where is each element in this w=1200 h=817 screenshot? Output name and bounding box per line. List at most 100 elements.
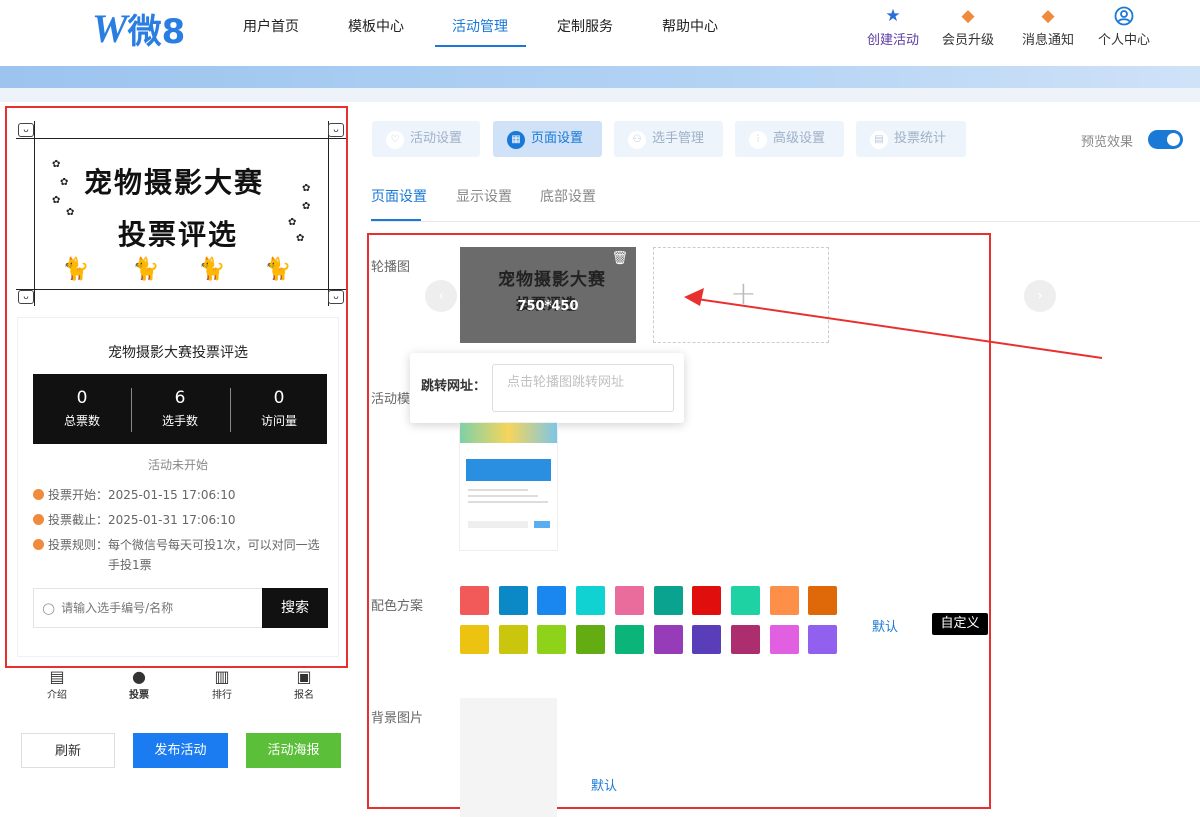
color-swatch[interactable] [576, 625, 606, 654]
color-swatch[interactable] [730, 586, 760, 615]
stat-value: 0 [76, 388, 88, 408]
poster-border-top [16, 138, 346, 139]
tab-page-settings[interactable]: ▦ 页面设置 [493, 121, 602, 157]
logo-mark: W [92, 5, 128, 51]
background-default-button[interactable]: 默认 [591, 775, 617, 794]
heart-icon: ♡ [386, 131, 404, 149]
tab-label: 投票统计 [894, 131, 947, 146]
color-swatch[interactable] [808, 586, 838, 615]
clock-icon [33, 514, 44, 525]
paw-icon: ✿ [60, 177, 69, 188]
annotation-arrow [684, 288, 1103, 359]
logo-text: 微8 [127, 11, 186, 52]
color-swatch[interactable] [614, 586, 644, 615]
refresh-button[interactable]: 刷新 [21, 733, 115, 768]
jump-url-input[interactable] [492, 364, 674, 412]
banner-fade [0, 88, 1200, 102]
meta-value: 每个微信号每天可投1次，可以对同一选手投1票 [108, 538, 320, 572]
template-line [468, 495, 538, 497]
tab-label: 活动设置 [410, 131, 463, 146]
color-swatch[interactable] [769, 586, 799, 615]
template-stats-bar [466, 459, 551, 481]
message-notification-button[interactable]: ◆ 消息通知 [1013, 6, 1083, 48]
preview-effect-toggle[interactable] [1148, 130, 1183, 149]
jump-url-popover: 跳转网址： [410, 353, 684, 423]
tab-contestant-management[interactable]: ⚇ 选手管理 [614, 121, 723, 157]
subtab-display-settings[interactable]: 显示设置 [456, 186, 512, 206]
grid-icon: ▦ [507, 131, 525, 149]
color-swatch[interactable] [460, 625, 489, 654]
color-swatch[interactable] [769, 625, 799, 654]
cat-illustration-icon: 🐈 [62, 257, 90, 282]
color-swatch[interactable] [498, 625, 528, 654]
background-image-label: 背景图片 [371, 711, 424, 726]
activity-poster-button[interactable]: 活动海报 [246, 733, 341, 768]
clock-icon [33, 489, 44, 500]
activity-title: 宠物摄影大赛投票评选 [108, 345, 248, 361]
personal-center-label: 个人中心 [1097, 33, 1150, 48]
meta-value: 2025-01-31 17:06:10 [108, 513, 236, 527]
color-swatch[interactable] [808, 625, 838, 654]
background-image-upload[interactable] [460, 698, 557, 817]
chevron-left-icon: ‹ [438, 288, 444, 304]
template-search-btn [534, 521, 550, 528]
personal-center-button[interactable]: 个人中心 [1089, 6, 1159, 48]
nav-user-home[interactable]: 用户首页 [243, 16, 299, 36]
top-header: W 微8 用户首页 模板中心 活动管理 定制服务 帮助中心 ★ 创建活动 ◆ 会… [0, 0, 1200, 66]
publish-activity-button[interactable]: 发布活动 [133, 733, 228, 768]
color-swatch[interactable] [692, 586, 722, 615]
trash-icon[interactable]: 🗑 [611, 251, 628, 266]
cat-corner-icon: ᴗ [328, 290, 344, 304]
tabbar-intro[interactable]: ▤ 介绍 [37, 668, 77, 702]
carousel-prev-button[interactable]: ‹ [425, 280, 457, 312]
tabbar-signup[interactable]: ▣ 报名 [284, 668, 324, 702]
subtab-footer-settings[interactable]: 底部设置 [540, 186, 596, 206]
carousel-image-item[interactable]: 宠物摄影大赛 投票评选 750*450 🗑 [460, 247, 636, 343]
tab-label: 选手管理 [652, 131, 705, 146]
chart-icon: ▤ [870, 131, 888, 149]
color-swatch[interactable] [692, 625, 722, 654]
activity-template-thumbnail[interactable] [460, 423, 557, 550]
template-header [460, 423, 557, 443]
color-swatch[interactable] [537, 586, 567, 615]
color-swatch[interactable] [653, 625, 683, 654]
vote-start-row: 投票开始：2025-01-15 17:06:10 [33, 485, 323, 505]
nav-template-center[interactable]: 模板中心 [348, 16, 404, 36]
color-swatch[interactable] [614, 625, 644, 654]
tabbar-ranking[interactable]: ▥ 排行 [202, 668, 242, 702]
stat-visits: 0 访问量 [230, 388, 328, 429]
color-scheme-label: 配色方案 [371, 599, 424, 614]
poster-title-line1: 宠物摄影大赛 [84, 166, 265, 199]
tab-advanced-settings[interactable]: ⫶ 高级设置 [735, 121, 844, 157]
vote-end-row: 投票截止：2025-01-31 17:06:10 [33, 510, 323, 530]
color-swatch[interactable] [460, 586, 489, 615]
color-custom-button[interactable]: 自定义 [932, 613, 988, 635]
cat-illustration-icon: 🐈 [132, 257, 160, 282]
search-button[interactable]: 搜索 [262, 588, 328, 628]
color-swatch-grid [460, 586, 840, 656]
logo[interactable]: W 微8 [92, 5, 192, 52]
color-swatch[interactable] [498, 586, 528, 615]
poster-border-right [328, 121, 329, 306]
member-upgrade-button[interactable]: ◆ 会员升级 [933, 6, 1003, 48]
nav-custom-service[interactable]: 定制服务 [557, 16, 613, 36]
tabbar-vote[interactable]: ● 投票 [119, 668, 159, 702]
tab-vote-statistics[interactable]: ▤ 投票统计 [856, 121, 966, 157]
meta-key: 投票规则： [48, 538, 109, 552]
poster-border-bottom [16, 289, 346, 290]
color-default-button[interactable]: 默认 [872, 616, 898, 635]
color-swatch[interactable] [653, 586, 683, 615]
stat-label: 访问量 [260, 414, 297, 428]
create-activity-button[interactable]: ★ 创建活动 [858, 6, 928, 48]
cat-illustration-icon: 🐈 [264, 257, 292, 282]
contestant-search-input[interactable] [61, 601, 252, 615]
tabbar-label: 报名 [294, 690, 314, 701]
nav-activity-management[interactable]: 活动管理 [452, 16, 508, 36]
color-swatch[interactable] [730, 625, 760, 654]
color-swatch[interactable] [576, 586, 606, 615]
color-swatch[interactable] [537, 625, 567, 654]
subtab-page-settings[interactable]: 页面设置 [371, 186, 427, 206]
nav-help-center[interactable]: 帮助中心 [662, 16, 718, 36]
cat-illustration-icon: 🐈 [198, 257, 226, 282]
tab-activity-settings[interactable]: ♡ 活动设置 [372, 121, 480, 157]
